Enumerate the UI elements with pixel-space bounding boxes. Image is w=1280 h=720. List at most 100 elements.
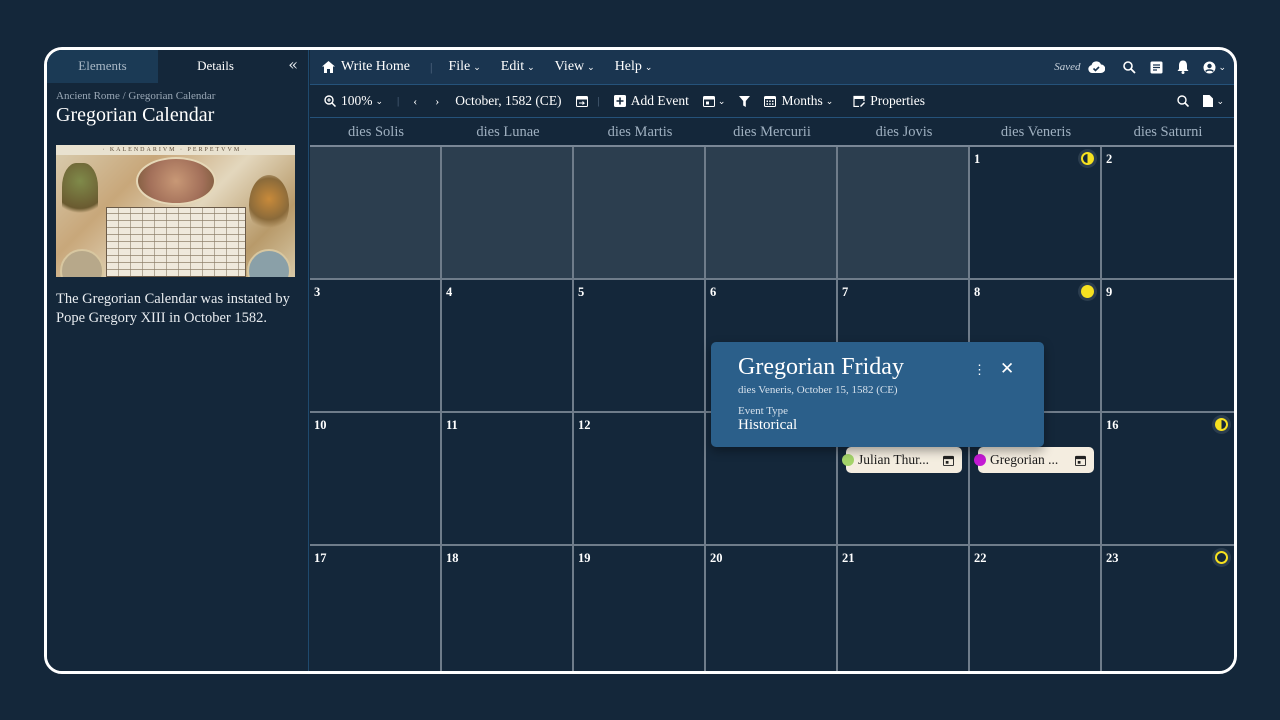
tab-elements[interactable]: Elements	[47, 50, 158, 83]
menu-file[interactable]: File ⌄	[448, 59, 480, 75]
calendar-swap-icon[interactable]	[575, 95, 588, 107]
day-number: 11	[446, 418, 458, 432]
calendar-day-cell[interactable]: 1	[970, 147, 1102, 280]
calendar-day-cell[interactable]: 22	[970, 546, 1102, 671]
event-popup: Gregorian Friday dies Veneris, October 1…	[711, 342, 1044, 447]
filter-icon[interactable]	[739, 95, 751, 107]
sidebar-tabs: Elements Details «	[47, 50, 308, 83]
calendar-cell-outside-month	[706, 147, 838, 280]
chevron-down-icon: ⌄	[644, 61, 653, 72]
day-number: 18	[446, 551, 459, 565]
search-icon[interactable]	[1123, 60, 1137, 74]
event-color-dot	[974, 454, 986, 466]
calendar-day-cell[interactable]: 16	[1102, 413, 1234, 546]
event-color-dot	[842, 454, 854, 466]
page-title: Gregorian Calendar	[56, 104, 215, 126]
calendar-day-cell[interactable]: 12	[574, 413, 706, 546]
account-icon[interactable]: ⌄	[1203, 61, 1226, 74]
day-number: 3	[314, 285, 321, 299]
moon-first-icon[interactable]	[1081, 152, 1094, 165]
divider: |	[597, 95, 600, 107]
day-number: 7	[842, 285, 849, 299]
notes-icon[interactable]	[1150, 61, 1163, 74]
chevron-down-icon: ⌄	[1218, 61, 1226, 72]
illustration-banner: · KALENDARIVM · PERPETVVM ·	[56, 145, 295, 155]
chevron-down-icon: ⌄	[527, 61, 535, 72]
illustration-ornament	[62, 163, 98, 223]
calendar-day-cell[interactable]: 19	[574, 546, 706, 671]
bell-icon[interactable]	[1177, 60, 1189, 74]
calendar-day-cell[interactable]: 21	[838, 546, 970, 671]
add-event-button[interactable]: Add Event	[613, 93, 689, 109]
properties-button[interactable]: Properties	[853, 93, 925, 109]
day-number: 17	[314, 551, 327, 565]
chevron-down-icon: ⌄	[717, 95, 726, 106]
menu-help-label: Help	[614, 59, 642, 74]
document-icon	[1203, 95, 1214, 107]
day-number: 10	[314, 418, 327, 432]
breadcrumb[interactable]: Ancient Rome / Gregorian Calendar	[47, 83, 308, 102]
menubar-right: Saved ⌄	[1054, 60, 1234, 74]
calendar-day-cell[interactable]: 9	[1102, 280, 1234, 413]
weekday-label: dies Martis	[607, 124, 673, 140]
view-mode-dropdown[interactable]: Months ⌄	[764, 93, 833, 109]
calendar-grid-icon	[764, 95, 777, 107]
home-icon	[322, 61, 335, 73]
moon-full-icon[interactable]	[1081, 285, 1094, 298]
zoom-value: 100%	[341, 93, 373, 108]
event-title: Gregorian Friday	[738, 354, 904, 380]
menu-help[interactable]: Help ⌄	[615, 59, 653, 75]
prev-period-button[interactable]: ‹	[413, 94, 417, 109]
current-period-label[interactable]: October, 1582 (CE)	[455, 93, 561, 109]
document-dropdown[interactable]: ⌄	[1203, 95, 1224, 107]
calendar-day-cell[interactable]: 5	[574, 280, 706, 413]
moon-new-icon[interactable]	[1215, 551, 1228, 564]
moon-last-icon[interactable]	[1215, 418, 1228, 431]
event-chip[interactable]: Gregorian ...	[974, 447, 1094, 473]
menu-edit[interactable]: Edit ⌄	[501, 59, 535, 75]
menu-view-label: View	[554, 59, 585, 74]
calendar-day-cell[interactable]: 20	[706, 546, 838, 671]
date-picker-dropdown[interactable]: ⌄	[702, 95, 726, 107]
weekday-label: dies Mercurii	[733, 124, 811, 140]
day-number: 2	[1106, 152, 1113, 166]
calendar-day-cell[interactable]: 23	[1102, 546, 1234, 671]
illustration-portrait	[60, 249, 104, 277]
search-icon[interactable]	[1177, 95, 1190, 107]
weekday-label: dies Jovis	[875, 124, 933, 140]
calendar-day-cell[interactable]: 2	[1102, 147, 1234, 280]
calendar-day-cell[interactable]: 3	[310, 280, 442, 413]
close-icon[interactable]: ✕	[1000, 359, 1014, 379]
menu-view[interactable]: View ⌄	[555, 59, 595, 75]
calendar-edit-icon	[853, 95, 866, 107]
chevrons-left-icon[interactable]: «	[273, 50, 308, 83]
tab-details[interactable]: Details	[158, 50, 273, 83]
calendar-day-cell[interactable]: 18	[442, 546, 574, 671]
calendar-day-cell[interactable]: 4	[442, 280, 574, 413]
cloud-check-icon[interactable]	[1088, 61, 1106, 73]
day-number: 22	[974, 551, 987, 565]
calendar-day-cell[interactable]: 11	[442, 413, 574, 546]
write-home-button[interactable]: Write Home	[322, 59, 410, 75]
toolbar-right: ⌄	[1177, 95, 1234, 107]
properties-label: Properties	[870, 93, 925, 108]
chevron-down-icon: ⌄	[375, 95, 384, 106]
day-number: 5	[578, 285, 585, 299]
weekday-label: dies Lunae	[476, 124, 540, 140]
event-chip[interactable]: Julian Thur...	[842, 447, 962, 473]
illustration-ornament	[249, 175, 289, 235]
zoom-dropdown[interactable]: 100% ⌄	[324, 93, 383, 109]
chevron-down-icon: ⌄	[1216, 95, 1224, 106]
weekday-label: dies Solis	[348, 124, 404, 140]
save-status: Saved	[1054, 61, 1081, 73]
day-number: 21	[842, 551, 855, 565]
event-label: Julian Thur...	[858, 452, 930, 467]
next-period-button[interactable]: ›	[435, 94, 439, 109]
calendar-day-cell[interactable]: 10	[310, 413, 442, 546]
more-options-icon[interactable]: ⋮	[973, 362, 986, 378]
toolbar: 100% ⌄ | ‹ › October, 1582 (CE) | Add Ev…	[310, 85, 1234, 118]
event-type-label: Event Type	[738, 405, 789, 417]
day-number: 1	[974, 152, 981, 166]
day-number: 20	[710, 551, 723, 565]
calendar-day-cell[interactable]: 17	[310, 546, 442, 671]
